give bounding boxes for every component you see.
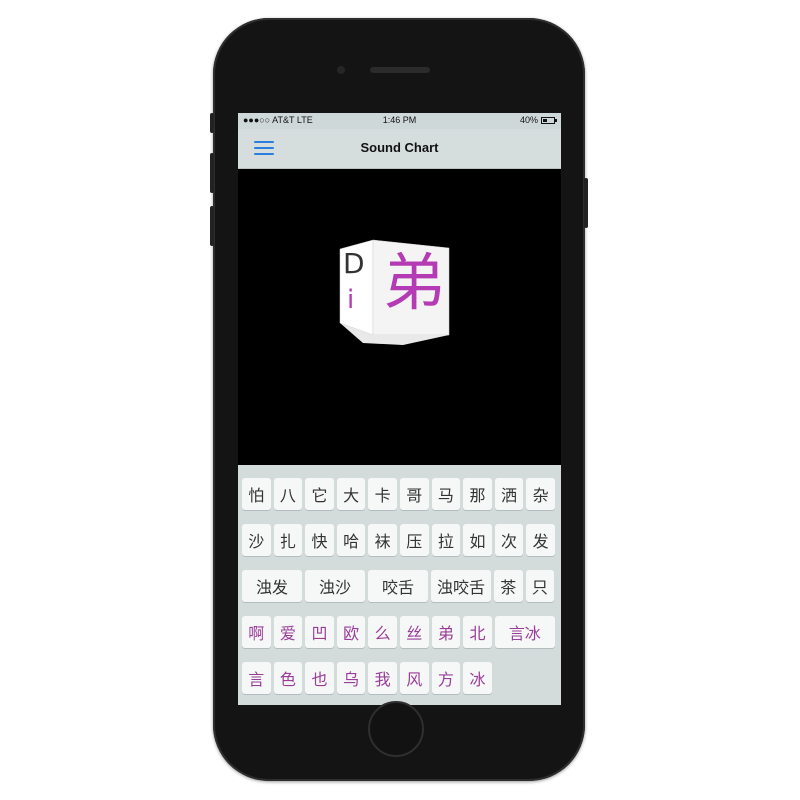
sound-key[interactable]: 那 [463, 478, 492, 510]
cube-character: 弟 [383, 246, 446, 319]
sound-key[interactable]: 只 [525, 570, 555, 602]
sound-key[interactable]: 北 [463, 616, 492, 648]
sound-key[interactable]: 么 [368, 616, 397, 648]
home-button[interactable] [368, 701, 424, 757]
battery-icon [541, 116, 557, 124]
sound-key[interactable]: 怕 [242, 478, 271, 510]
battery-percent: 40% [519, 115, 538, 125]
keyboard-row: 言色也乌我风方冰 [242, 662, 557, 694]
keyboard-row: 沙扎快哈袜压拉如次发 [242, 524, 557, 556]
cube-final: i [347, 285, 355, 315]
sound-key[interactable]: 乌 [336, 662, 366, 694]
sound-key[interactable]: 大 [336, 478, 366, 510]
sound-key[interactable]: 弟 [431, 616, 461, 648]
page-title: Sound Chart [360, 140, 439, 155]
nav-bar: Sound Chart [238, 129, 561, 169]
front-camera [337, 66, 345, 74]
sound-key[interactable]: 爱 [273, 616, 303, 648]
sound-key[interactable]: 浊咬舌 [431, 570, 491, 602]
sound-key[interactable]: 丝 [399, 616, 429, 648]
sound-key[interactable]: 风 [399, 662, 429, 694]
sound-key[interactable]: 凹 [305, 616, 334, 648]
sound-key[interactable]: 方 [431, 662, 461, 694]
sound-key[interactable]: 马 [431, 478, 461, 510]
sound-key[interactable]: 发 [526, 524, 555, 556]
battery-status: 40% [519, 115, 557, 125]
sound-key[interactable]: 如 [463, 524, 492, 556]
mute-switch [210, 113, 214, 133]
sound-key[interactable]: 哥 [399, 478, 429, 510]
sound-key[interactable]: 扎 [273, 524, 303, 556]
sound-key[interactable]: 冰 [463, 662, 492, 694]
volume-down-button [210, 206, 214, 246]
sound-key[interactable]: 次 [494, 524, 524, 556]
status-time: 1:46 PM [382, 115, 417, 125]
power-button [584, 178, 588, 228]
sound-key[interactable]: 拉 [431, 524, 461, 556]
cube-initial: D [343, 247, 365, 280]
volume-up-button [210, 153, 214, 193]
app-screen: ●●●○○ AT&T LTE 1:46 PM 40% Sound Chart D… [238, 113, 561, 705]
sound-key[interactable]: 色 [273, 662, 303, 694]
sound-key[interactable]: 也 [305, 662, 334, 694]
phone-frame: ●●●○○ AT&T LTE 1:46 PM 40% Sound Chart D… [210, 18, 588, 781]
sound-key[interactable]: 浊沙 [305, 570, 365, 602]
sound-key[interactable]: 杂 [526, 478, 555, 510]
sound-key[interactable]: 沙 [242, 524, 271, 556]
sound-key[interactable]: 快 [305, 524, 334, 556]
sound-key[interactable]: 哈 [336, 524, 366, 556]
sound-keyboard: 怕八它大卡哥马那洒杂沙扎快哈袜压拉如次发浊发 浊沙 咬舌 浊咬舌茶只啊爱凹欧么丝弟北言… [238, 465, 561, 705]
sound-key[interactable]: 言冰 [494, 616, 555, 648]
sound-key[interactable]: 洒 [494, 478, 524, 510]
sound-key[interactable]: 咬舌 [368, 570, 428, 602]
sound-key[interactable]: 啊 [242, 616, 271, 648]
sound-key[interactable]: 我 [368, 662, 397, 694]
sound-key[interactable]: 茶 [494, 570, 523, 602]
sound-key[interactable]: 压 [399, 524, 429, 556]
sound-key[interactable]: 袜 [368, 524, 397, 556]
sound-key[interactable]: 浊发 [242, 570, 302, 602]
sound-key[interactable]: 言 [242, 662, 271, 694]
sound-key[interactable]: 它 [305, 478, 334, 510]
sound-key[interactable]: 八 [273, 478, 303, 510]
keyboard-row: 怕八它大卡哥马那洒杂 [242, 478, 557, 510]
status-bar: ●●●○○ AT&T LTE 1:46 PM 40% [238, 113, 561, 129]
earpiece-speaker [370, 67, 430, 73]
keyboard-row: 啊爱凹欧么丝弟北言冰 [242, 616, 557, 648]
sound-key[interactable]: 欧 [336, 616, 366, 648]
sound-key[interactable]: 卡 [368, 478, 397, 510]
keyboard-row: 浊发 浊沙 咬舌 浊咬舌茶只 [242, 570, 557, 602]
